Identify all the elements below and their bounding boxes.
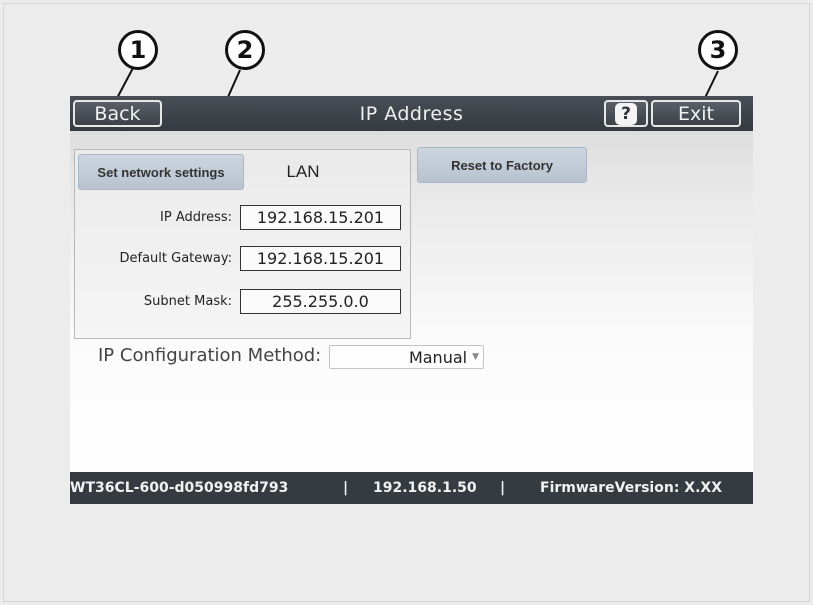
status-bar: WT36CL-600-d050998fd793 | 192.168.1.50 |… [70,472,753,504]
subnet-mask-label: Subnet Mask: [143,294,232,309]
callout-2: 2 [225,30,265,70]
ip-address-label: IP Address: [160,210,232,225]
default-gateway-field[interactable]: 192.168.15.201 [240,246,401,271]
set-network-settings-button[interactable]: Set network settings [78,154,244,190]
status-separator: | [343,480,349,496]
firmware-version: FirmwareVersion: X.XX [540,480,722,496]
default-gateway-label: Default Gateway: [119,251,233,266]
device-name: WT36CL-600-d050998fd793 [70,480,289,496]
help-icon: ? [615,102,637,125]
ip-configuration-method-label: IP Configuration Method: [98,345,322,366]
exit-button[interactable]: Exit [651,100,741,127]
method-value: Manual [408,347,468,367]
device-screen: IP Address Back ? Exit Set network setti… [70,96,753,504]
callout-1: 1 [118,30,158,70]
ip-address-field[interactable]: 192.168.15.201 [240,205,401,230]
callout-3: 3 [698,30,738,70]
back-button[interactable]: Back [73,100,162,127]
reset-to-factory-button[interactable]: Reset to Factory [417,147,587,183]
title-bar: IP Address Back ? Exit [70,96,753,131]
ip-configuration-method-select[interactable]: Manual ▼ [329,345,484,369]
status-separator: | [500,480,506,496]
subnet-mask-field[interactable]: 255.255.0.0 [240,289,401,314]
device-ip: 192.168.1.50 [373,480,477,496]
chevron-down-icon: ▼ [472,352,479,362]
lan-label: LAN [286,162,320,181]
help-button[interactable]: ? [604,100,648,127]
